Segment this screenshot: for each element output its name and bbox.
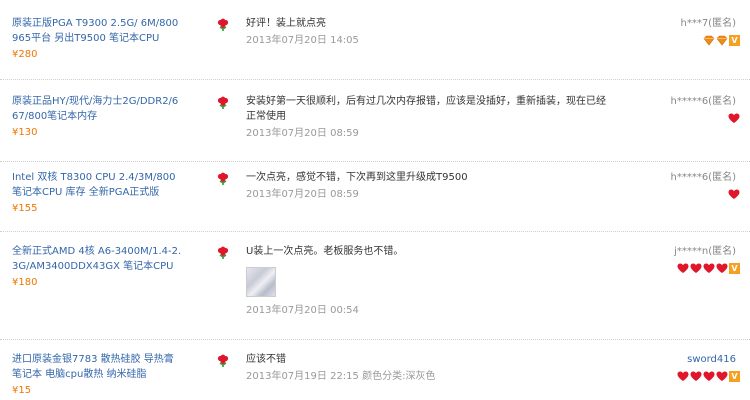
vip-icon: V: [729, 371, 740, 382]
rating-flower-icon: [217, 246, 229, 259]
reviewer-name: j*****n(匿名): [674, 246, 736, 257]
review-date: 2013年07月20日 14:05: [246, 35, 359, 46]
rating-flower-icon: [217, 96, 229, 109]
product-title-link[interactable]: 进口原装金银7783 散热硅胶 导热膏 笔记本 电脑cpu散热 纳米硅脂: [12, 352, 182, 382]
review-row: Intel 双核 T8300 CPU 2.4/3M/800 笔记本CPU 库存 …: [0, 170, 750, 232]
product-price: ¥15: [12, 385, 32, 396]
product-price: ¥180: [12, 277, 38, 288]
product-info: 原装正版PGA T9300 2.5G/ 6M/800 965平台 另出T9500…: [12, 16, 182, 63]
review-row: 原装正版PGA T9300 2.5G/ 6M/800 965平台 另出T9500…: [0, 16, 750, 80]
review-content: 安装好第一天很顺利，后有过几次内存报错，应该是没插好，重新插装，现在已经正常使用…: [246, 94, 606, 141]
reviewer-badges: V: [677, 263, 740, 274]
heart-icon: [690, 371, 702, 381]
product-info: 原装正品HY/现代/海力士2G/DDR2/667/800笔记本内存 ¥130: [12, 94, 182, 141]
reviewer-name: h*****6(匿名): [670, 96, 736, 107]
rating-flower-icon: [217, 354, 229, 367]
heart-icon: [703, 371, 715, 381]
product-price: ¥155: [12, 203, 38, 214]
heart-icon: [728, 113, 740, 123]
product-title-link[interactable]: 原装正版PGA T9300 2.5G/ 6M/800 965平台 另出T9500…: [12, 16, 182, 46]
heart-icon: [728, 189, 740, 199]
rating-flower-icon: [217, 18, 229, 31]
reviewer-badges: [728, 189, 740, 200]
product-title-link[interactable]: 原装正品HY/现代/海力士2G/DDR2/667/800笔记本内存: [12, 94, 182, 124]
reviewer-name: h***7(匿名): [680, 18, 736, 29]
review-date: 2013年07月20日 00:54: [246, 305, 359, 316]
product-info: 进口原装金银7783 散热硅胶 导热膏 笔记本 电脑cpu散热 纳米硅脂 ¥15: [12, 352, 182, 399]
heart-icon: [716, 263, 728, 273]
review-content: U装上一次点亮。老板服务也不错。 2013年07月20日 00:54: [246, 244, 606, 318]
review-comment: 一次点亮，感觉不错，下次再到这里升级成T9500: [246, 172, 468, 183]
review-date: 2013年07月19日 22:15 颜色分类:深灰色: [246, 371, 436, 382]
review-comment: 安装好第一天很顺利，后有过几次内存报错，应该是没插好，重新插装，现在已经正常使用: [246, 96, 606, 122]
review-list: 原装正版PGA T9300 2.5G/ 6M/800 965平台 另出T9500…: [0, 0, 750, 400]
review-row: 原装正品HY/现代/海力士2G/DDR2/667/800笔记本内存 ¥130 安…: [0, 94, 750, 162]
review-content: 应该不错 2013年07月19日 22:15 颜色分类:深灰色: [246, 352, 606, 384]
review-comment: U装上一次点亮。老板服务也不错。: [246, 246, 404, 257]
review-date: 2013年07月20日 08:59: [246, 128, 359, 139]
review-photo-thumbnail[interactable]: [246, 267, 276, 297]
reviewer-name: h*****6(匿名): [670, 172, 736, 183]
review-date: 2013年07月20日 08:59: [246, 189, 359, 200]
rating-flower-icon: [217, 172, 229, 185]
review-content: 一次点亮，感觉不错，下次再到这里升级成T9500 2013年07月20日 08:…: [246, 170, 606, 202]
diamond-icon: [716, 35, 728, 46]
product-title-link[interactable]: Intel 双核 T8300 CPU 2.4/3M/800 笔记本CPU 库存 …: [12, 170, 182, 200]
heart-icon: [677, 371, 689, 381]
heart-icon: [677, 263, 689, 273]
reviewer-badges: V: [677, 371, 740, 382]
review-row: 进口原装金银7783 散热硅胶 导热膏 笔记本 电脑cpu散热 纳米硅脂 ¥15…: [0, 352, 750, 400]
heart-icon: [690, 263, 702, 273]
product-price: ¥130: [12, 127, 38, 138]
review-content: 好评！装上就点亮 2013年07月20日 14:05: [246, 16, 606, 48]
reviewer-badges: V: [703, 35, 740, 46]
product-info: 全新正式AMD 4核 A6-3400M/1.4-2.3G/AM3400DDX43…: [12, 244, 182, 291]
vip-icon: V: [729, 35, 740, 46]
review-row: 全新正式AMD 4核 A6-3400M/1.4-2.3G/AM3400DDX43…: [0, 244, 750, 340]
review-comment: 好评！装上就点亮: [246, 18, 326, 29]
heart-icon: [716, 371, 728, 381]
reviewer-name[interactable]: sword416: [687, 352, 736, 367]
review-comment: 应该不错: [246, 354, 286, 365]
diamond-icon: [703, 35, 715, 46]
product-price: ¥280: [12, 49, 38, 60]
vip-icon: V: [729, 263, 740, 274]
product-info: Intel 双核 T8300 CPU 2.4/3M/800 笔记本CPU 库存 …: [12, 170, 182, 217]
reviewer-badges: [728, 113, 740, 124]
heart-icon: [703, 263, 715, 273]
product-title-link[interactable]: 全新正式AMD 4核 A6-3400M/1.4-2.3G/AM3400DDX43…: [12, 244, 182, 274]
